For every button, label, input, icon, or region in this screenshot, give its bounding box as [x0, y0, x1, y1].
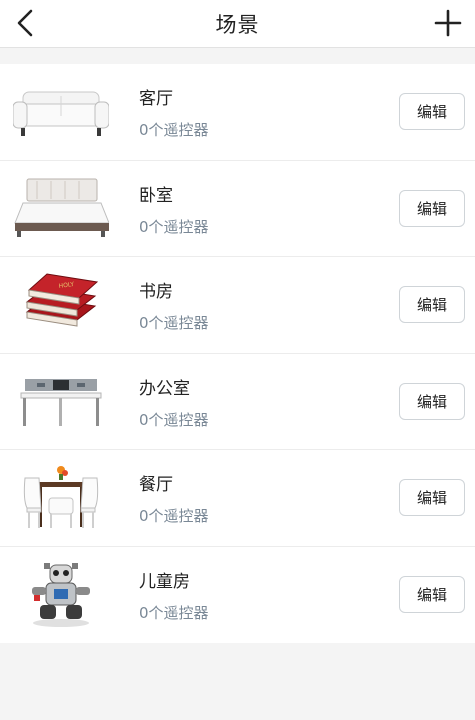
- scene-name: 卧室: [139, 185, 173, 206]
- scene-name: 书房: [139, 282, 173, 302]
- edit-button[interactable]: 编辑: [399, 575, 465, 613]
- edit-button[interactable]: 编辑: [399, 189, 465, 227]
- remote-count: 0个遥控器: [139, 314, 209, 332]
- scene-row-kids-room[interactable]: 儿童房 0个遥控器 编辑: [0, 546, 475, 643]
- scene-row-dining-room[interactable]: 餐厅 0个遥控器 编辑: [0, 450, 475, 547]
- scene-list: 客厅 0个遥控器 编辑 卧室 0个遥控器 编辑 HOLY 书房 0个遥控器 编辑…: [0, 64, 475, 643]
- bed-image: [12, 173, 110, 245]
- scene-row-study[interactable]: HOLY 书房 0个遥控器 编辑: [0, 257, 475, 354]
- office-desk-image: [12, 366, 110, 438]
- scene-row-office[interactable]: 办公室 0个遥控器 编辑: [0, 353, 475, 450]
- remote-count: 0个遥控器: [139, 410, 209, 429]
- books-image: HOLY: [12, 269, 110, 341]
- edit-button[interactable]: 编辑: [399, 479, 465, 516]
- dining-table-image: [12, 462, 110, 534]
- add-scene-button[interactable]: [431, 6, 465, 40]
- remote-count: 0个遥控器: [139, 121, 209, 139]
- remote-count: 0个遥控器: [139, 603, 209, 622]
- scene-row-bedroom[interactable]: 卧室 0个遥控器 编辑: [0, 160, 475, 257]
- sofa-image: [12, 76, 110, 148]
- edit-button[interactable]: 编辑: [399, 286, 465, 323]
- remote-count: 0个遥控器: [139, 217, 209, 236]
- toy-robot-image: [12, 559, 110, 631]
- scene-name: 办公室: [139, 378, 190, 399]
- top-bar: 场景: [0, 0, 475, 48]
- scene-row-living-room[interactable]: 客厅 0个遥控器 编辑: [0, 64, 475, 161]
- page-title: 场景: [215, 13, 260, 37]
- edit-button[interactable]: 编辑: [399, 382, 465, 420]
- remote-count: 0个遥控器: [139, 507, 209, 525]
- plus-icon: [434, 9, 462, 37]
- scene-name: 儿童房: [139, 571, 190, 592]
- scene-name: 客厅: [139, 89, 173, 109]
- edit-button[interactable]: 编辑: [399, 93, 465, 130]
- scene-name: 餐厅: [139, 475, 173, 495]
